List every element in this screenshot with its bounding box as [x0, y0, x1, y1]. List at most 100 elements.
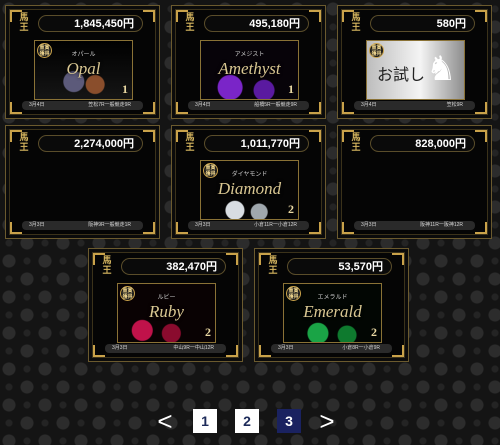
- bet-card-5[interactable]: 馬 王 1,011,770円 重賞 獲得 ダイヤモンド Diamond 2 3月…: [171, 125, 326, 239]
- bet-card-3[interactable]: 馬 王 580円 重賞 獲得 お試し ♞ 3月4日 笠松9R: [337, 5, 492, 119]
- race-info: 阪神11R一阪神12R: [420, 222, 463, 228]
- race-info: 中山9R一中山12R: [173, 345, 214, 351]
- corner-ornament: [10, 102, 22, 114]
- bet-card-1[interactable]: 馬 王 1,845,450円 重賞 獲得 オパール Opal 1 3月4日 笠松…: [5, 5, 160, 119]
- corner-ornament: [309, 130, 321, 142]
- corner-ornament: [309, 10, 321, 22]
- page-3-button[interactable]: 3: [277, 409, 301, 433]
- corner-ornament: [143, 222, 155, 234]
- emblem-icon: 馬 王: [102, 255, 112, 275]
- gem-number: 2: [205, 325, 211, 339]
- race-footer: 3月3日 阪神9R一般競走1R: [22, 221, 143, 230]
- race-info: 笠松7R一般競走9R: [88, 102, 131, 108]
- corner-ornament: [475, 130, 487, 142]
- next-page-button[interactable]: >: [317, 408, 337, 434]
- race-date: 3月3日: [195, 222, 211, 228]
- corner-ornament: [475, 10, 487, 22]
- race-footer: 3月3日 中山9R一中山12R: [105, 344, 226, 353]
- trial-label: お試し: [377, 67, 426, 84]
- price-label: 53,570円: [287, 258, 392, 275]
- gem-reading: ダイヤモンド: [231, 172, 268, 178]
- race-date: 3月3日: [112, 345, 128, 351]
- gem-number: 1: [122, 82, 128, 96]
- race-footer: 3月4日 笠松7R一般競走9R: [22, 101, 143, 110]
- price-label: 2,274,000円: [38, 135, 143, 152]
- emblem-icon: 馬 王: [351, 132, 361, 152]
- corner-ornament: [143, 10, 155, 22]
- gem-reading: エメラルド: [317, 295, 348, 301]
- bet-card-7[interactable]: 馬 王 382,470円 重賞 獲得 ルビー Ruby 2 3月3日 中山9R一…: [88, 248, 243, 362]
- price-label: 828,000円: [370, 135, 475, 152]
- corner-ornament: [475, 222, 487, 234]
- gem-reading: アメジスト: [234, 52, 265, 58]
- gem-number: 1: [288, 82, 294, 96]
- corner-ornament: [143, 102, 155, 114]
- horse-icon: ♞: [426, 50, 457, 88]
- gem-image: アメジスト Amethyst 1: [200, 40, 299, 100]
- race-date: 3月3日: [29, 222, 45, 228]
- gem-name: Opal: [66, 59, 101, 78]
- price-label: 382,470円: [121, 258, 226, 275]
- race-date: 3月3日: [278, 345, 294, 351]
- corner-ornament: [342, 102, 354, 114]
- emblem-icon: 馬 王: [185, 132, 195, 152]
- page-1-button[interactable]: 1: [193, 409, 217, 433]
- corner-ornament: [93, 345, 105, 357]
- corner-ornament: [309, 222, 321, 234]
- corner-ornament: [176, 222, 188, 234]
- race-info: 小倉8R一小倉9R: [342, 345, 380, 351]
- race-date: 3月3日: [361, 222, 377, 228]
- bet-card-6[interactable]: 馬 王 828,000円 3月3日 阪神11R一阪神12R: [337, 125, 492, 239]
- price-label: 495,180円: [204, 15, 309, 32]
- emblem-icon: 馬 王: [351, 12, 361, 32]
- race-date: 3月4日: [361, 102, 377, 108]
- race-info: 小倉11R一小倉12R: [254, 222, 297, 228]
- pagination: < 1 2 3 >: [0, 406, 500, 436]
- gem-name: Emerald: [303, 302, 362, 321]
- race-footer: 3月4日 船橋5R一般競走9R: [188, 101, 309, 110]
- bet-card-4[interactable]: 馬 王 2,274,000円 3月3日 阪神9R一般競走1R: [5, 125, 160, 239]
- corner-ornament: [475, 102, 487, 114]
- emblem-icon: 馬 王: [19, 132, 29, 152]
- corner-ornament: [226, 253, 238, 265]
- prev-page-button[interactable]: <: [155, 408, 175, 434]
- gem-reading: ルビー: [157, 295, 176, 301]
- price-label: 1,011,770円: [204, 135, 309, 152]
- race-info: 笠松9R: [446, 102, 463, 108]
- bet-card-8[interactable]: 馬 王 53,570円 重賞 獲得 エメラルド Emerald 2 3月3日 小…: [254, 248, 409, 362]
- gem-image: 重賞 獲得 エメラルド Emerald 2: [283, 283, 382, 343]
- page-2-button[interactable]: 2: [235, 409, 259, 433]
- corner-ornament: [392, 253, 404, 265]
- gem-name: Amethyst: [218, 59, 281, 78]
- race-footer: 3月3日 小倉11R一小倉12R: [188, 221, 309, 230]
- corner-ornament: [309, 102, 321, 114]
- gem-number: 2: [371, 325, 377, 339]
- corner-ornament: [143, 130, 155, 142]
- emblem-icon: 馬 王: [185, 12, 195, 32]
- price-label: 1,845,450円: [38, 15, 143, 32]
- gem-name: Ruby: [149, 302, 184, 321]
- corner-ornament: [342, 222, 354, 234]
- corner-ornament: [176, 102, 188, 114]
- race-info: 船橋5R一般競走9R: [254, 102, 297, 108]
- bet-card-2[interactable]: 馬 王 495,180円 アメジスト Amethyst 1 3月4日 船橋5R一…: [171, 5, 326, 119]
- race-date: 3月4日: [29, 102, 45, 108]
- corner-ornament: [259, 345, 271, 357]
- gem-image: 重賞 獲得 お試し ♞: [366, 40, 465, 100]
- gem-number: 2: [288, 202, 294, 216]
- race-footer: 3月3日 小倉8R一小倉9R: [271, 344, 392, 353]
- corner-ornament: [10, 222, 22, 234]
- gem-reading: オパール: [71, 52, 96, 58]
- corner-ornament: [226, 345, 238, 357]
- emblem-icon: 馬 王: [268, 255, 278, 275]
- emblem-icon: 馬 王: [19, 12, 29, 32]
- gem-image: 重賞 獲得 ルビー Ruby 2: [117, 283, 216, 343]
- price-label: 580円: [370, 15, 475, 32]
- gem-name: Diamond: [217, 179, 282, 198]
- gem-image: 重賞 獲得 オパール Opal 1: [34, 40, 133, 100]
- race-footer: 3月3日 阪神11R一阪神12R: [354, 221, 475, 230]
- race-footer: 3月4日 笠松9R: [354, 101, 475, 110]
- grade-badge: 重賞 獲得: [369, 43, 384, 58]
- gem-image: 重賞 獲得 ダイヤモンド Diamond 2: [200, 160, 299, 220]
- race-date: 3月4日: [195, 102, 211, 108]
